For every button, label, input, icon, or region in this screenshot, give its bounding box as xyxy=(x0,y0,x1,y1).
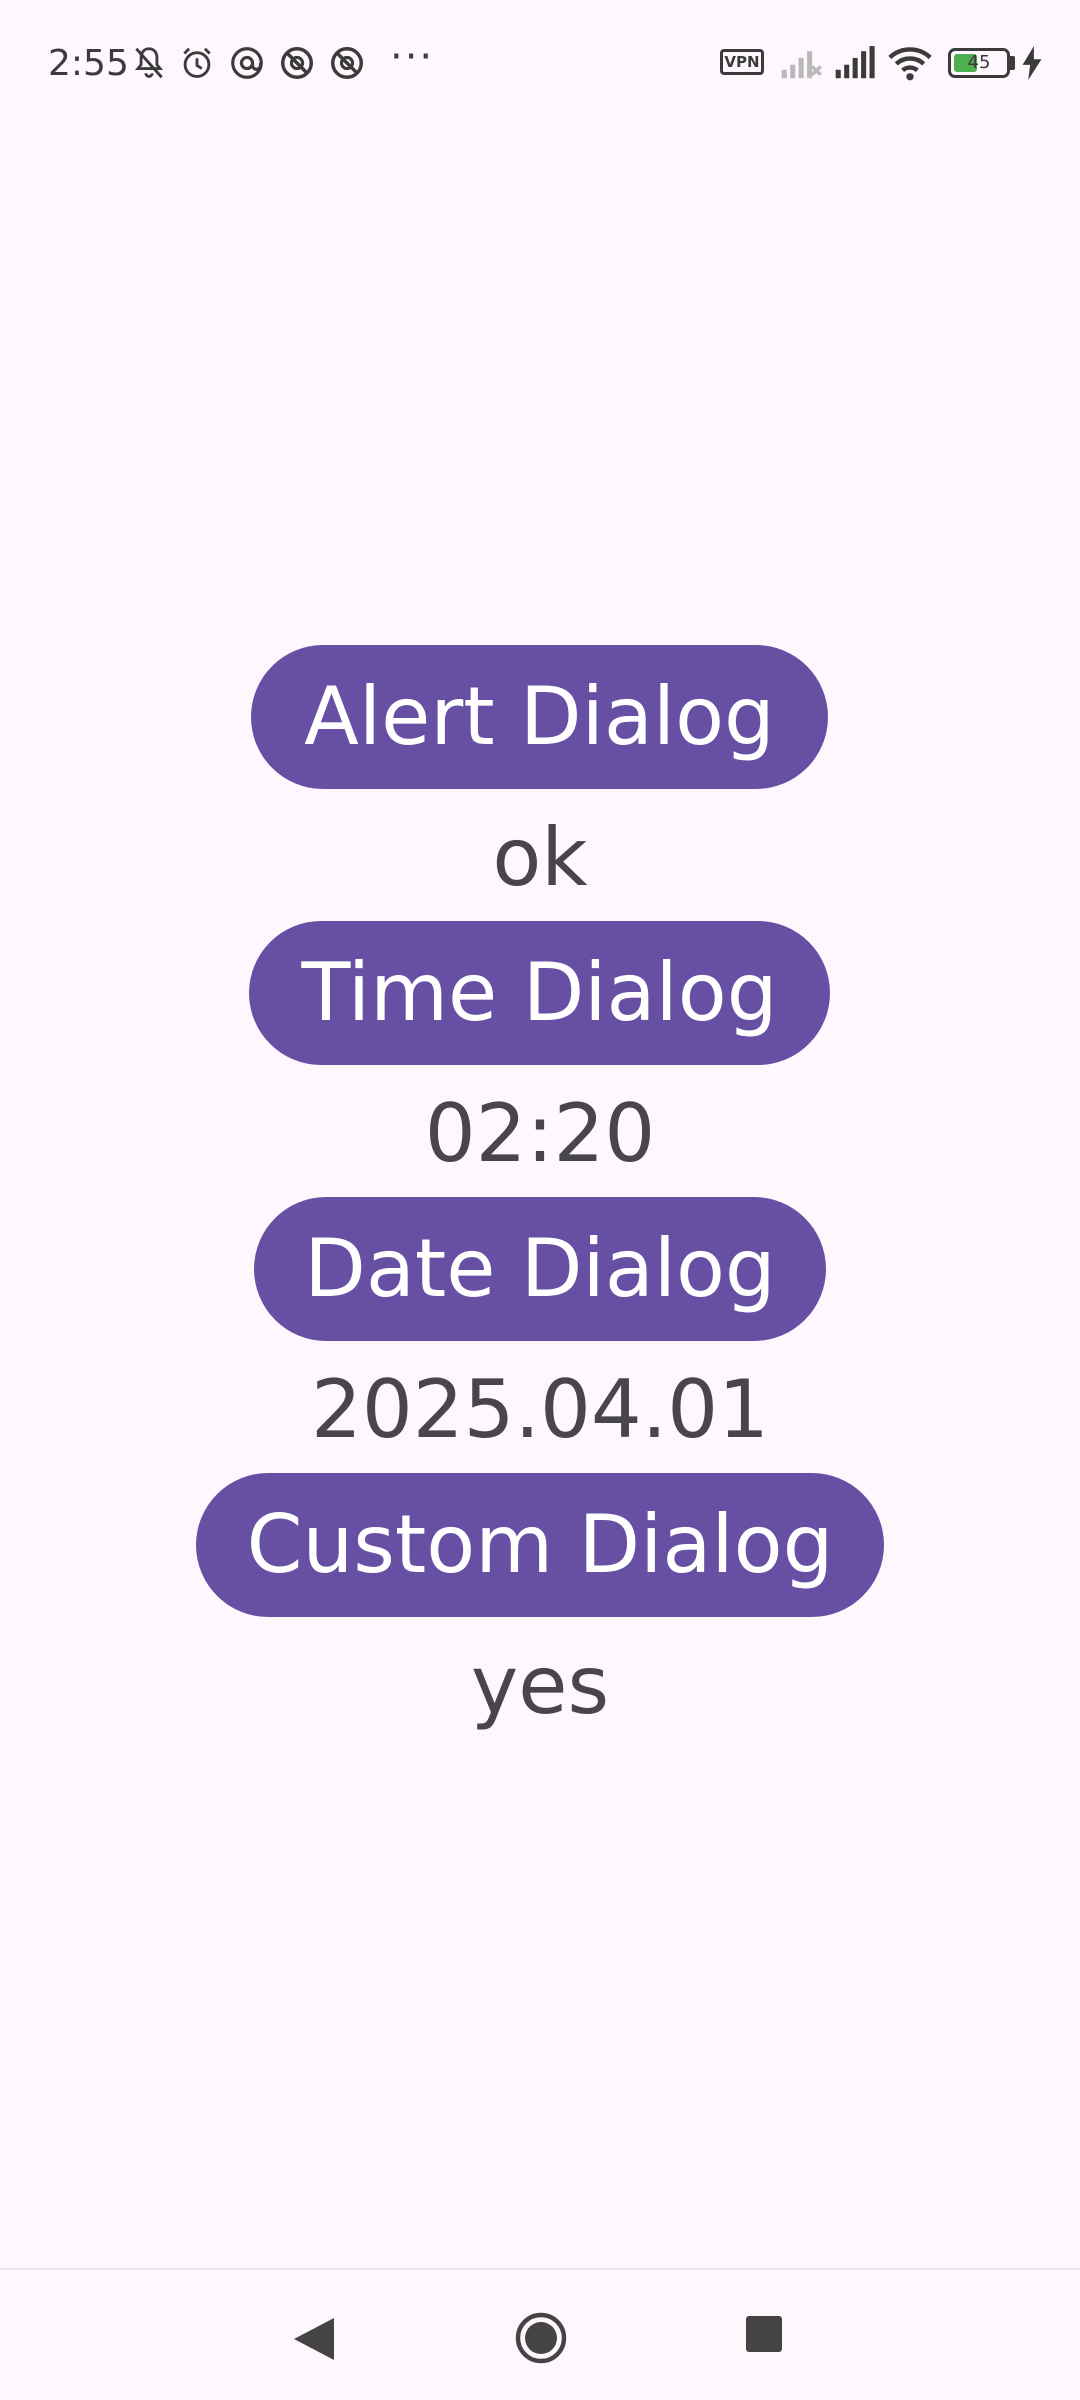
charging-icon xyxy=(1022,46,1042,80)
at-icon xyxy=(231,47,263,79)
status-bar: 2:55 ··· VPN 45 xyxy=(0,0,1080,126)
battery-level: 45 xyxy=(967,52,991,73)
custom-dialog-button[interactable]: Custom Dialog xyxy=(196,1473,884,1617)
signal-off-icon xyxy=(781,51,822,79)
wifi-icon xyxy=(888,47,932,81)
time-result-text: 02:20 xyxy=(424,1087,656,1180)
status-time: 2:55 xyxy=(48,43,129,84)
muted-bell-icon xyxy=(134,47,164,79)
more-dots-icon: ··· xyxy=(390,34,435,80)
date-result-text: 2025.04.01 xyxy=(310,1363,770,1456)
battery-icon: 45 xyxy=(948,48,1010,78)
alarm-icon xyxy=(183,47,211,78)
recents-icon[interactable] xyxy=(746,2316,782,2352)
blocked-at-icon xyxy=(331,47,363,79)
navigation-bar xyxy=(0,2270,1080,2400)
vpn-icon: VPN xyxy=(720,49,764,75)
battery-cap xyxy=(1010,56,1015,70)
time-dialog-button[interactable]: Time Dialog xyxy=(249,921,830,1065)
custom-result-text: yes xyxy=(470,1639,610,1732)
back-icon[interactable] xyxy=(290,2316,340,2362)
date-dialog-button[interactable]: Date Dialog xyxy=(254,1197,826,1341)
signal-icon xyxy=(835,46,875,79)
alert-result-text: ok xyxy=(492,811,588,904)
home-icon[interactable] xyxy=(515,2312,567,2364)
alert-dialog-button[interactable]: Alert Dialog xyxy=(251,645,828,789)
blocked-at-icon xyxy=(281,47,313,79)
